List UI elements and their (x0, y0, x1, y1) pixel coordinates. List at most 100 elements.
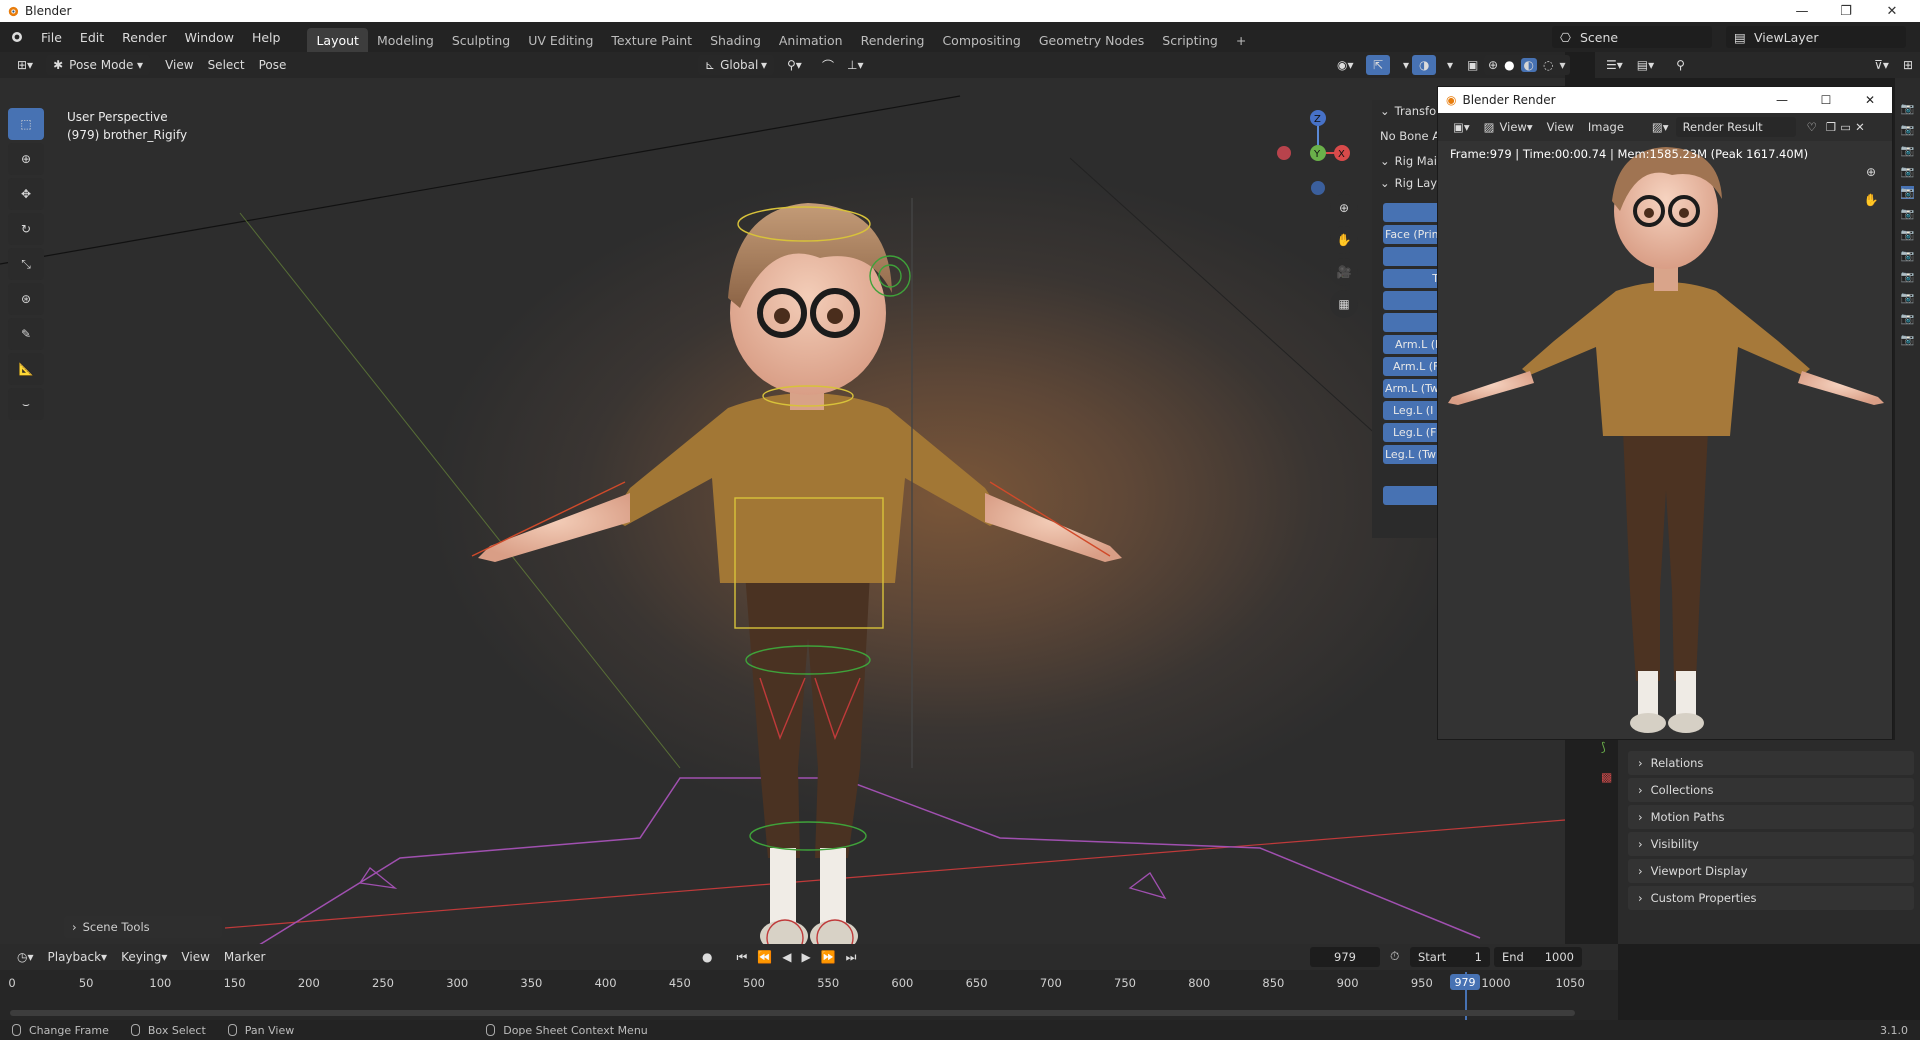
negative-z-icon[interactable] (1311, 181, 1325, 195)
scene-tools-panel[interactable]: › Scene Tools (64, 916, 222, 938)
minimize-button[interactable]: — (1760, 93, 1804, 107)
gizmo-toggle-icon[interactable]: ⇱ (1366, 55, 1391, 75)
menu-keying[interactable]: Keying ▾ (114, 947, 174, 967)
view-layer-selector[interactable]: ▤ ViewLayer (1726, 26, 1906, 48)
orientation-dropdown[interactable]: ⊾ Global ▾ (698, 55, 774, 75)
annotate-tool[interactable]: ✎ (8, 318, 44, 350)
rig-layer-button[interactable] (1383, 486, 1442, 505)
maximize-button[interactable]: ☐ (1804, 93, 1848, 107)
tab-shading[interactable]: Shading (701, 28, 770, 52)
tab-animation[interactable]: Animation (770, 28, 852, 52)
view-mode-dropdown[interactable]: ▨ View ▾ (1477, 117, 1540, 137)
pivot-icon[interactable]: ⚲▾ (780, 55, 809, 75)
tab-texture-paint[interactable]: Texture Paint (602, 28, 701, 52)
grid-perspective-icon[interactable]: ▦ (1330, 290, 1358, 318)
solid-shading-icon[interactable]: ● (1504, 58, 1514, 72)
scale-tool[interactable]: ⤡ (8, 248, 44, 280)
menu-view[interactable]: View (174, 947, 216, 967)
xray-icon[interactable]: ▣ (1460, 55, 1485, 75)
tab-modeling[interactable]: Modeling (368, 28, 443, 52)
menu-marker[interactable]: Marker (217, 947, 272, 967)
tab-compositing[interactable]: Compositing (933, 28, 1029, 52)
collections-panel[interactable]: › Collections (1628, 778, 1914, 802)
tab-rendering[interactable]: Rendering (852, 28, 934, 52)
bone-constraint-icon[interactable]: ⟆ (1601, 740, 1606, 754)
camera-icon[interactable]: 📷 (1901, 144, 1915, 157)
camera-icon[interactable]: 📷 (1901, 312, 1915, 325)
overlays-toggle-icon[interactable]: ◑ (1412, 55, 1437, 75)
measure-tool[interactable]: 📐 (8, 353, 44, 385)
menu-help[interactable]: Help (243, 22, 290, 52)
close-window-button[interactable]: ✕ (1870, 0, 1914, 22)
rig-layer-button[interactable]: Arm.L (I (1383, 335, 1442, 354)
menu-playback[interactable]: Playback ▾ (41, 947, 115, 967)
rig-layer-button[interactable]: Leg.L (F (1383, 423, 1442, 442)
stopwatch-icon[interactable]: ⏱ (1390, 949, 1399, 964)
mode-dropdown[interactable]: ✱ Pose Mode ▾ (46, 55, 151, 75)
outliner-editor-type-icon[interactable]: ☰▾ (1599, 55, 1630, 75)
wireframe-shading-icon[interactable]: ⊕ (1488, 58, 1498, 72)
playhead-frame-label[interactable]: 979 (1450, 974, 1480, 990)
unlink-icon[interactable]: ✕ (1853, 117, 1867, 137)
pan-hand-icon[interactable]: ✋ (1858, 187, 1884, 213)
menu-render[interactable]: Render (113, 22, 176, 52)
tab-geometry-nodes[interactable]: Geometry Nodes (1030, 28, 1153, 52)
start-frame-field[interactable]: Start 1 (1410, 947, 1490, 967)
visibility-icon[interactable]: ◉▾ (1330, 55, 1361, 75)
scene-selector[interactable]: ⎔ Scene (1552, 26, 1712, 48)
rig-main-section[interactable]: ⌄ Rig Main (1372, 150, 1442, 172)
camera-icon[interactable]: 🎥 (1330, 258, 1358, 286)
image-editor-type-icon[interactable]: ▣▾ (1446, 117, 1477, 137)
relax-tool[interactable]: ⌣ (8, 388, 44, 420)
menu-view[interactable]: View (158, 55, 200, 75)
transform-section[interactable]: ⌄ Transform (1372, 100, 1442, 122)
minimize-button[interactable]: — (1780, 0, 1824, 22)
timeline-scrollbar[interactable] (10, 1010, 1575, 1016)
texture-icon[interactable]: ▩ (1601, 770, 1612, 784)
rig-layer-button[interactable]: Leg.L (Tw (1383, 445, 1442, 464)
material-shading-icon[interactable]: ◐ (1520, 58, 1538, 72)
end-frame-field[interactable]: End 1000 (1494, 947, 1582, 967)
outliner-search-input[interactable]: ⚲ (1669, 55, 1780, 75)
camera-icon[interactable]: 📷 (1901, 270, 1915, 283)
tab-layout[interactable]: Layout (307, 28, 368, 52)
rig-layer-button[interactable]: Face (Prim (1383, 225, 1442, 244)
camera-icon[interactable]: 📷 (1901, 102, 1915, 115)
tab-uv-editing[interactable]: UV Editing (519, 28, 602, 52)
timeline-editor-type-icon[interactable]: ◷▾ (10, 947, 41, 967)
display-mode-icon[interactable]: ▤▾ (1630, 55, 1661, 75)
snap-icon[interactable]: ⌒ (815, 55, 841, 75)
blender-menu-icon[interactable] (0, 22, 32, 52)
relations-panel[interactable]: › Relations (1628, 751, 1914, 775)
viewport-display-panel[interactable]: › Viewport Display (1628, 859, 1914, 883)
overlays-dropdown-icon[interactable]: ▾ (1440, 55, 1460, 75)
filter-icon[interactable]: ⊽▾ (1867, 55, 1896, 75)
select-box-tool[interactable]: ⬚ (8, 108, 44, 140)
render-result-selector[interactable]: Render Result (1675, 117, 1796, 137)
restore-button[interactable]: ❐ (1824, 0, 1868, 22)
camera-icon[interactable]: 📷 (1901, 123, 1915, 136)
negative-x-icon[interactable] (1277, 146, 1291, 160)
menu-edit[interactable]: Edit (71, 22, 113, 52)
camera-icon[interactable]: 📷 (1901, 291, 1915, 304)
fake-user-icon[interactable]: ♡ (1800, 117, 1824, 137)
rig-layer-button[interactable] (1383, 247, 1442, 266)
rig-layer-button[interactable]: Arm.L (Tw (1383, 379, 1442, 398)
rig-layer-button[interactable]: T (1383, 269, 1442, 288)
image-browse-icon[interactable]: ▨▾ (1645, 117, 1676, 137)
character-model[interactable] (478, 203, 1122, 944)
menu-window[interactable]: Window (176, 22, 243, 52)
3d-viewport[interactable]: ⬚ ⊕ ✥ ↻ ⤡ ⊛ ✎ 📐 ⌣ User Perspective (979)… (0, 78, 1565, 944)
rig-layer-button[interactable]: Arm.L (F (1383, 357, 1442, 376)
add-workspace-button[interactable]: + (1227, 28, 1255, 52)
rendered-shading-icon[interactable]: ◌ (1543, 58, 1553, 72)
jump-end-icon[interactable]: ⏭ (846, 950, 857, 965)
motion-paths-panel[interactable]: › Motion Paths (1628, 805, 1914, 829)
custom-properties-panel[interactable]: › Custom Properties (1628, 886, 1914, 910)
rig-layer-button[interactable]: Fi (1383, 313, 1442, 332)
menu-file[interactable]: File (32, 22, 71, 52)
render-result-image[interactable] (1438, 141, 1892, 739)
move-tool[interactable]: ✥ (8, 178, 44, 210)
rig-layer-button[interactable]: Leg.L (I (1383, 401, 1442, 420)
camera-icon[interactable]: 📷 (1901, 228, 1915, 241)
